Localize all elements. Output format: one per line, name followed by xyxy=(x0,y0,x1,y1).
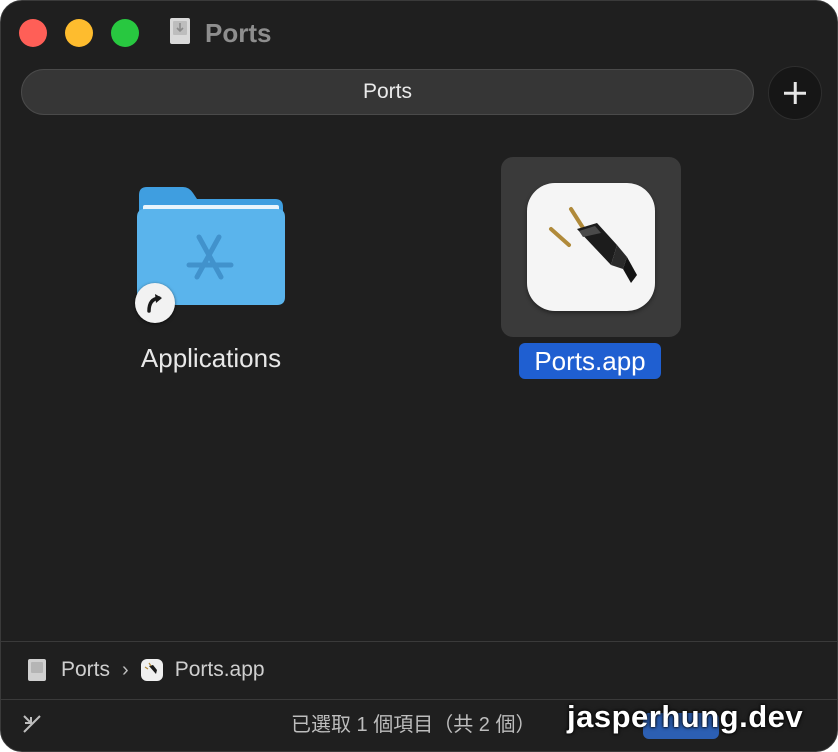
plug-app-icon xyxy=(527,183,655,311)
collapse-icon[interactable] xyxy=(21,713,43,735)
status-text: 已選取 1 個項目（共 2 個） xyxy=(291,714,536,736)
title-bar: Ports xyxy=(1,1,837,65)
add-tab-button[interactable] xyxy=(768,66,822,120)
minimize-button[interactable] xyxy=(65,19,93,47)
tab-ports[interactable]: Ports xyxy=(21,69,754,115)
window-title: Ports xyxy=(205,18,272,48)
plug-app-icon xyxy=(140,659,163,681)
applications-alias[interactable]: Applications xyxy=(121,171,301,391)
alias-arrow-icon xyxy=(135,283,175,323)
item-label: Applications xyxy=(140,343,282,373)
breadcrumb: Ports › Ports.app xyxy=(27,653,265,687)
finder-window: Ports Ports Applications Ports.app Ports… xyxy=(0,0,838,752)
close-button[interactable] xyxy=(19,19,47,47)
zoom-button[interactable] xyxy=(111,19,139,47)
breadcrumb-item-ports[interactable]: Ports xyxy=(61,658,110,682)
breadcrumb-separator: › xyxy=(122,658,129,681)
disk-icon xyxy=(28,659,46,681)
ports-app[interactable]: Ports.app xyxy=(501,157,681,387)
disk-icon xyxy=(170,18,190,44)
item-label-selected: Ports.app xyxy=(519,343,661,379)
divider xyxy=(1,641,837,642)
breadcrumb-item-ports-app[interactable]: Ports.app xyxy=(175,658,265,682)
watermark: jasperhung.dev xyxy=(567,699,804,734)
